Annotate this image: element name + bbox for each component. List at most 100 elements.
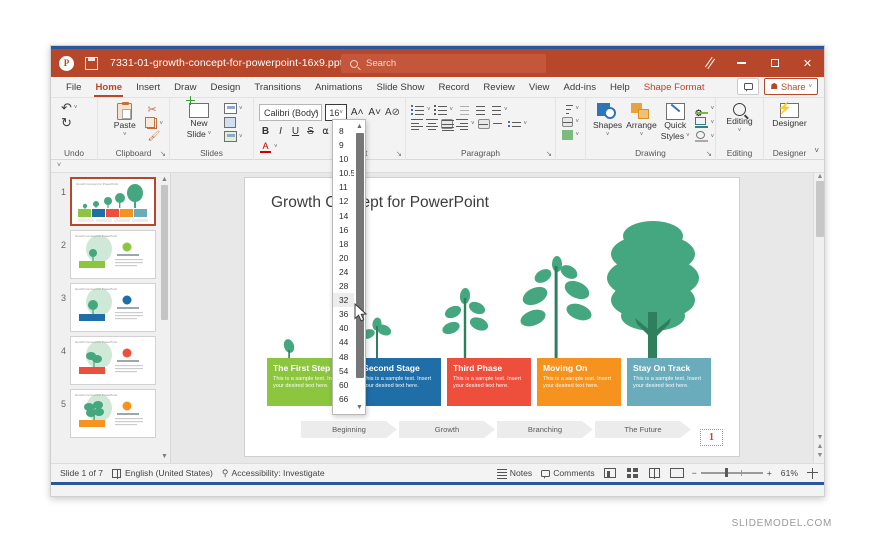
underline-button[interactable]: U (290, 126, 301, 137)
editing-button[interactable]: Editing ˅ (721, 101, 758, 134)
thumbnail-3[interactable]: Growth Concept for PowerPoint (70, 283, 156, 332)
slide-area-scrollbar[interactable]: ▲ ▼ ▲ ▼ (813, 173, 824, 463)
thumbnail-row-5[interactable]: 5 Growth Concept for PowerPoint (51, 385, 170, 438)
tab-view[interactable]: View (522, 77, 557, 98)
collapse-ribbon-icon[interactable]: ˅ (814, 146, 819, 155)
numbered-list-dropdown-icon[interactable]: ˅ (450, 107, 454, 113)
paste-button[interactable]: Paste ˅ (106, 101, 143, 138)
tab-add-ins[interactable]: Add-ins (556, 77, 603, 98)
align-text-icon[interactable] (493, 119, 505, 129)
arrange-button[interactable]: Arrange ˅ (626, 101, 657, 138)
quick-styles-button[interactable]: Quick Styles ˅ (661, 101, 690, 141)
scrollbar-thumb[interactable] (356, 133, 364, 378)
increase-indent-icon[interactable] (472, 105, 485, 115)
font-size-dropdown-scrollbar[interactable]: ▲ ▼ (354, 120, 365, 414)
stage-box-5[interactable]: Stay On Track This is a sample text. Ins… (627, 358, 711, 406)
scrollbar-thumb[interactable] (161, 185, 168, 320)
pen-button[interactable] (692, 49, 725, 77)
clear-formatting-icon[interactable]: A⊘ (385, 107, 400, 118)
zoom-level-label[interactable]: 61% (781, 468, 798, 478)
strikethrough-button[interactable]: S (305, 126, 316, 137)
new-slide-button[interactable]: New Slide ˅ (179, 101, 219, 139)
text-shadow-button[interactable]: ⍺ (320, 126, 331, 137)
section-icon[interactable] (224, 131, 237, 142)
line-spacing-dropdown-icon[interactable]: ˅ (504, 107, 508, 113)
thumbnail-4[interactable]: Growth Concept for PowerPoint (70, 336, 156, 385)
increase-font-size-icon[interactable]: A˄ (350, 107, 365, 118)
slide-editing-area[interactable]: Growth Concept for PowerPoint (171, 173, 813, 463)
numbered-list-icon[interactable] (434, 105, 447, 115)
copy-dropdown-icon[interactable]: ˅ (159, 121, 163, 127)
stage-box-3[interactable]: Third Phase This is a sample text. Inser… (447, 358, 531, 406)
smartart-dropdown-icon[interactable]: ˅ (575, 132, 579, 138)
comments-button[interactable]: Comments (541, 468, 595, 478)
format-painter-icon[interactable]: 🖌 (147, 131, 163, 142)
redo-icon[interactable]: ↻ (61, 116, 72, 129)
next-slide-icon[interactable]: ▼ (816, 452, 824, 459)
decrease-indent-icon[interactable] (456, 105, 469, 115)
new-slide-dropdown-icon[interactable]: ˅ (208, 130, 212, 140)
thumbnail-2[interactable]: Growth Concept for PowerPoint (70, 230, 156, 279)
thumbnail-5[interactable]: Growth Concept for PowerPoint (70, 389, 156, 438)
drawing-dialog-launcher[interactable]: ↘ (706, 149, 712, 158)
slide-count-status[interactable]: Slide 1 of 7 (60, 468, 103, 478)
bulleted-list-icon[interactable] (411, 105, 424, 115)
text-direction-icon[interactable] (478, 119, 490, 129)
tab-shape-format[interactable]: Shape Format (637, 77, 712, 98)
distribute-dropdown-icon[interactable]: ˅ (575, 119, 579, 125)
quick-styles-dropdown-icon[interactable]: ˅ (686, 132, 690, 142)
maximize-button[interactable] (758, 49, 791, 77)
thumbnail-panel-scrollbar[interactable]: ▲ ▼ (160, 175, 169, 461)
undo-dropdown-icon[interactable]: ˅ (74, 105, 78, 111)
chevron-4[interactable]: The Future (595, 421, 691, 438)
fit-to-window-icon[interactable] (807, 468, 818, 479)
font-size-dropdown-list[interactable]: 8 9 10 10.5 11 12 14 16 18 20 24 28 32 3… (332, 119, 366, 415)
thumbnail-row-4[interactable]: 4 Growth Concept for PowerPoint (51, 332, 170, 385)
chevron-3[interactable]: Branching (497, 421, 593, 438)
clipboard-dialog-launcher[interactable]: ↘ (160, 149, 166, 158)
stage-box-2[interactable]: Second Stage This is a sample text. Inse… (357, 358, 441, 406)
font-dialog-launcher[interactable]: ↘ (396, 149, 402, 158)
bulleted-list-dropdown-icon[interactable]: ˅ (427, 107, 431, 113)
view-sorter-button[interactable] (626, 467, 639, 479)
view-normal-button[interactable] (604, 467, 617, 479)
font-color-dropdown-icon[interactable]: ˅ (274, 144, 278, 150)
reset-icon[interactable] (224, 117, 236, 128)
close-button[interactable]: ✕ (791, 49, 824, 77)
language-label-wrap[interactable]: English (United States) (125, 468, 213, 478)
stage-box-4[interactable]: Moving On This is a sample text. Insert … (537, 358, 621, 406)
convert-smartart-dropdown-icon[interactable]: ˅ (524, 121, 528, 127)
align-justify-icon[interactable] (441, 119, 453, 129)
italic-button[interactable]: I (275, 126, 286, 137)
tab-home[interactable]: Home (88, 77, 129, 98)
accessibility-status[interactable]: ⚲ Accessibility: Investigate (222, 468, 325, 479)
distribute-icon[interactable] (562, 117, 573, 127)
chevron-1[interactable]: Beginning (301, 421, 397, 438)
tab-help[interactable]: Help (603, 77, 637, 98)
align-left-icon[interactable] (411, 119, 423, 129)
cut-icon[interactable]: ✂ (147, 103, 163, 116)
smartart-icon[interactable] (562, 130, 573, 140)
shape-outline-dropdown-icon[interactable]: ˅ (711, 120, 715, 126)
slide-title[interactable]: Growth Concept for PowerPoint (271, 194, 489, 212)
slide-number-placeholder[interactable]: 1 (700, 429, 723, 446)
line-spacing-icon[interactable] (488, 105, 501, 115)
view-reading-button[interactable] (648, 467, 661, 479)
scroll-down-icon[interactable]: ▼ (354, 402, 365, 413)
align-center-icon[interactable] (426, 119, 438, 129)
zoom-out-button[interactable]: − (692, 468, 697, 478)
layout-dropdown-icon[interactable]: ˅ (239, 106, 243, 112)
align-right-icon[interactable] (456, 119, 468, 129)
shapes-button[interactable]: Shapes ˅ (593, 101, 622, 138)
scroll-up-icon[interactable]: ▲ (161, 175, 168, 184)
shape-effects-dropdown-icon[interactable]: ˅ (711, 134, 715, 140)
font-name-combobox[interactable]: Calibri (Body) ˅ (259, 104, 322, 121)
columns-dropdown-icon[interactable]: ˅ (471, 121, 475, 127)
shape-outline-icon[interactable] (695, 117, 708, 128)
decrease-font-size-icon[interactable]: A˅ (367, 107, 382, 118)
language-status[interactable] (112, 469, 121, 478)
section-dropdown-icon[interactable]: ˅ (239, 134, 243, 140)
tab-insert[interactable]: Insert (129, 77, 167, 98)
bold-button[interactable]: B (260, 126, 271, 137)
notes-button[interactable]: Notes (497, 468, 532, 478)
